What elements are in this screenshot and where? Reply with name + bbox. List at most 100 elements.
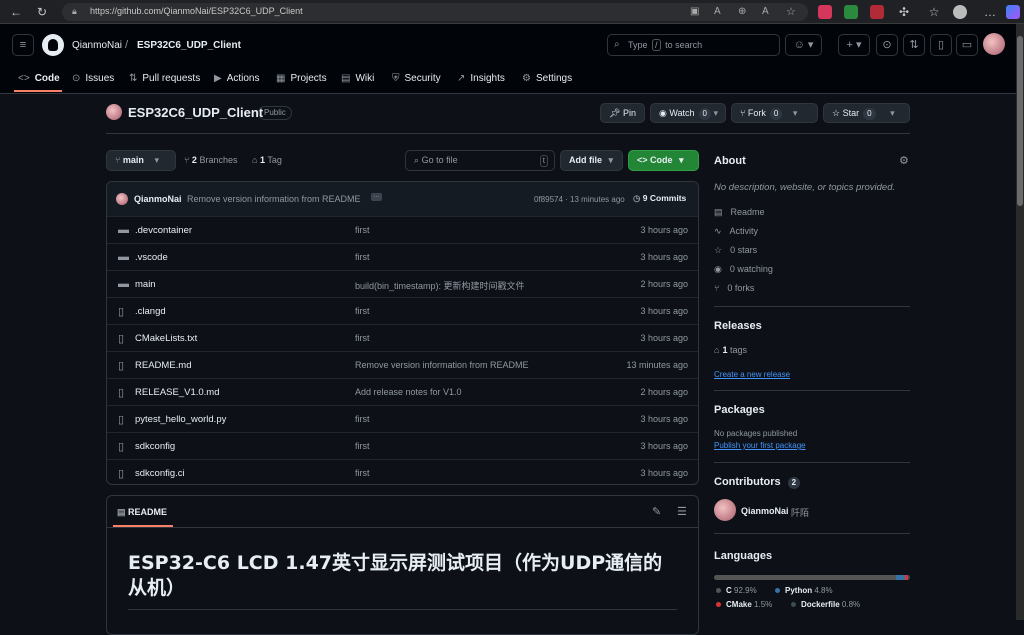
file-name[interactable]: sdkconfig [135,441,175,452]
tab-pull-requests[interactable]: ⇅ Pull requests [129,70,200,88]
pull-requests-icon[interactable]: ⇅ [903,34,925,56]
branch-selector[interactable]: ⑂ main ▾ [106,150,176,171]
table-row[interactable]: ▯ sdkconfig.ci first 3 hours ago [107,459,698,486]
tab-issues[interactable]: ⊙ Issues [72,70,114,88]
repo-name-link[interactable]: ESP32C6_UDP_Client [137,40,241,51]
github-logo-icon[interactable] [42,34,64,56]
inbox-icon[interactable]: ▭ [956,34,978,56]
address-bar[interactable]: 🔒︎ https://github.com/QianmoNai/ESP32C6_… [62,3,808,21]
commit-message[interactable]: Remove version information from README [187,194,361,204]
file-name[interactable]: main [135,279,156,290]
back-icon[interactable]: ← [8,4,24,20]
language-item[interactable]: Dockerfile 0.8% [791,600,860,609]
file-name[interactable]: pytest_hello_world.py [135,414,226,425]
releases-heading[interactable]: Releases [714,320,762,332]
issues-icon[interactable]: ⊙ [876,34,898,56]
activity-link[interactable]: ∿ Activity [714,226,758,237]
extension-icon[interactable] [870,5,884,19]
translate-icon[interactable]: A [714,6,721,17]
readme-link[interactable]: ▤ Readme [714,207,765,218]
file-name[interactable]: sdkconfig.ci [135,468,185,479]
readme-tab[interactable]: ▤ README [117,507,167,518]
commit-hash-time[interactable]: 0f89574 · 13 minutes ago [534,195,625,204]
copilot-icon[interactable] [1006,5,1020,19]
more-icon[interactable]: … [982,4,998,20]
edit-pencil-icon[interactable]: ✎ [652,505,661,518]
watching-link[interactable]: ◉ 0 watching [714,264,773,275]
file-name[interactable]: RELEASE_V1.0.md [135,387,220,398]
language-item[interactable]: Python 4.8% [775,586,833,595]
file-commit-message[interactable]: first [355,252,370,262]
table-row[interactable]: ▯ pytest_hello_world.py first 3 hours ago [107,405,698,432]
user-avatar[interactable] [983,33,1005,55]
tab-code[interactable]: <> Code [18,70,60,88]
language-item[interactable]: CMake 1.5% [716,600,772,609]
watch-button[interactable]: ◉ Watch 0 ▾ [650,103,726,123]
tab-projects[interactable]: ▦ Projects [276,70,327,88]
zoom-icon[interactable]: ⊕ [738,6,746,17]
table-row[interactable]: ▯ .clangd first 3 hours ago [107,297,698,324]
read-aloud-icon[interactable]: A [762,6,769,17]
file-name[interactable]: README.md [135,360,191,371]
repo-title[interactable]: ESP32C6_UDP_Client [128,105,263,120]
reader-icon[interactable]: ▣ [690,6,699,17]
gear-icon[interactable]: ⚙ [899,154,909,167]
tab-actions[interactable]: ▶ Actions [214,70,260,88]
table-row[interactable]: ▯ README.md Remove version information fro… [107,351,698,378]
go-to-file-input[interactable]: ⌕ Go to file t [405,150,555,171]
file-commit-message[interactable]: first [355,441,370,451]
branches-link[interactable]: ⑂ 2 Branches [184,155,237,165]
file-commit-message[interactable]: build(bin_timestamp): 更新构建时间戳文件 [355,279,525,292]
tab-settings[interactable]: ⚙ Settings [522,70,572,88]
file-commit-message[interactable]: Remove version information from README [355,360,529,370]
file-commit-message[interactable]: Add release notes for V1.0 [355,387,462,397]
tags-link[interactable]: ⌂ 1 tags [714,345,747,355]
favorite-star-icon[interactable]: ☆ [786,5,796,18]
forks-link[interactable]: ⑂ 0 forks [714,283,754,293]
extensions-puzzle-icon[interactable]: ✣ [896,4,912,20]
copilot-button[interactable]: ☺ ▾ [785,34,822,56]
tab-wiki[interactable]: ▤ Wiki [341,70,374,88]
file-name[interactable]: CMakeLists.txt [135,333,197,344]
table-row[interactable]: ▬ main build(bin_timestamp): 更新构建时间戳文件 2 ho… [107,270,698,297]
create-new-button[interactable]: + ▾ [838,34,870,56]
contributor-name[interactable]: QianmoNai [741,506,789,516]
packages-heading[interactable]: Packages [714,404,765,416]
table-row[interactable]: ▬ .vscode first 3 hours ago [107,243,698,270]
repo-owner-link[interactable]: QianmoNai [72,40,122,51]
file-commit-message[interactable]: first [355,333,370,343]
scrollbar-thumb[interactable] [1017,36,1023,206]
scrollbar[interactable] [1016,24,1024,620]
file-commit-message[interactable]: first [355,225,370,235]
pin-button[interactable]: 📌︎ Pin [600,103,645,123]
file-name[interactable]: .clangd [135,306,166,317]
favorites-icon[interactable]: ☆ [926,4,942,20]
table-row[interactable]: ▯ sdkconfig first 3 hours ago [107,432,698,459]
commits-link[interactable]: ◷ 9 Commits [633,193,686,204]
contributor-avatar[interactable] [714,499,736,521]
tab-insights[interactable]: ↗ Insights [457,70,505,88]
extension-icon[interactable] [818,5,832,19]
file-name[interactable]: .vscode [135,252,168,263]
contributors-heading[interactable]: Contributors 2 [714,476,801,489]
tags-link[interactable]: ⌂ 1 Tag [252,155,282,165]
language-item[interactable]: C 92.9% [716,586,757,595]
outline-list-icon[interactable]: ☰ [677,505,687,518]
create-release-link[interactable]: Create a new release [714,370,790,379]
file-commit-message[interactable]: first [355,414,370,424]
table-row[interactable]: ▬ .devcontainer first 3 hours ago [107,216,698,243]
menu-icon[interactable]: ≡ [12,34,34,56]
table-row[interactable]: ▯ CMakeLists.txt first 3 hours ago [107,324,698,351]
tab-security[interactable]: ⛨ Security [392,70,441,88]
profile-avatar[interactable] [953,5,967,19]
search-input[interactable]: ⌕ Type / to search [607,34,780,56]
file-commit-message[interactable]: first [355,306,370,316]
refresh-icon[interactable]: ↻ [34,4,50,20]
publish-package-link[interactable]: Publish your first package [714,441,806,450]
file-commit-message[interactable]: first [355,468,370,478]
add-file-button[interactable]: Add file ▾ [560,150,623,171]
commit-author[interactable]: QianmoNai [134,194,182,204]
star-button[interactable]: ☆ Star 0 ▾ [823,103,910,123]
code-button[interactable]: <> Code ▾ [628,150,699,171]
ellipsis-icon[interactable]: … [371,192,382,201]
